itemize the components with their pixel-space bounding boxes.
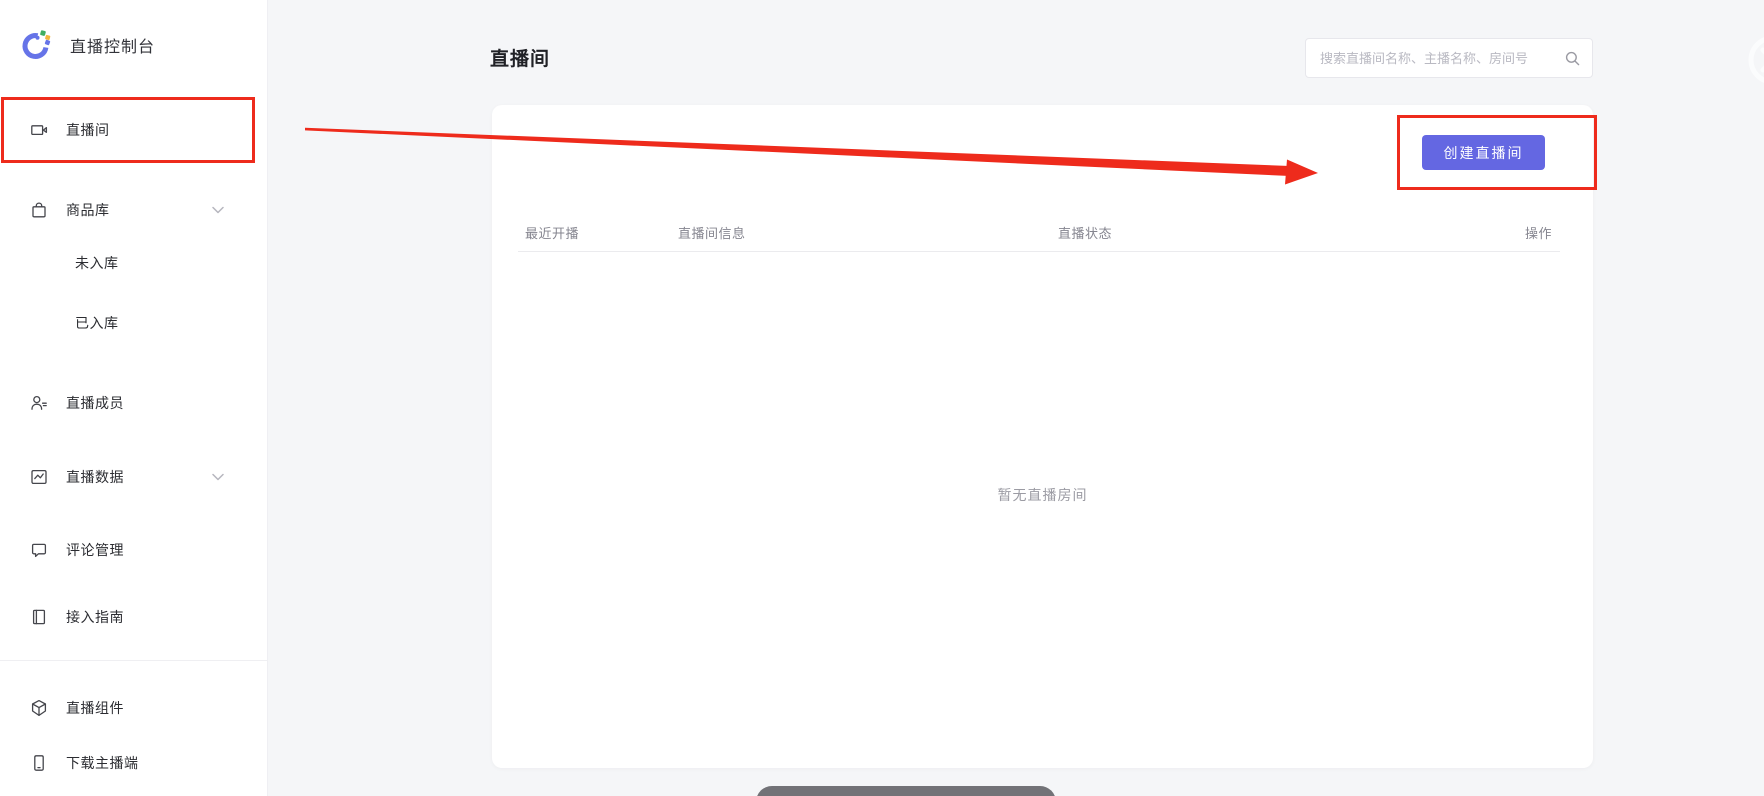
user-list-icon [30, 394, 48, 412]
chevron-down-icon[interactable] [212, 473, 224, 481]
sidebar-item-live-members[interactable]: 直播成员 [0, 383, 268, 423]
sidebar-subitem-label: 未入库 [75, 253, 119, 273]
app-title: 直播控制台 [70, 33, 155, 57]
chart-icon [30, 468, 48, 486]
sidebar-item-live-components[interactable]: 直播组件 [0, 688, 268, 728]
sidebar: 直播控制台 直播间 商品库 未入库 已入库 [0, 0, 268, 796]
search-icon[interactable] [1564, 50, 1581, 67]
search-box [1305, 38, 1593, 78]
sidebar-item-label: 直播数据 [66, 467, 124, 487]
sidebar-item-product-library[interactable]: 商品库 [0, 190, 268, 230]
sidebar-item-not-in-library[interactable]: 未入库 [0, 243, 268, 283]
search-input[interactable] [1306, 39, 1592, 77]
sidebar-subitem-label: 已入库 [75, 313, 119, 333]
sidebar-item-comment-management[interactable]: 评论管理 [0, 530, 268, 570]
create-live-room-button[interactable]: 创建直播间 [1422, 135, 1545, 170]
floating-close-icon[interactable] [1742, 30, 1764, 90]
shopping-bag-icon [30, 201, 48, 219]
live-room-card: 创建直播间 最近开播 直播间信息 直播状态 操作 暂无直播房间 [492, 105, 1593, 768]
table-header-underline [518, 251, 1560, 252]
cube-icon [30, 699, 48, 717]
table-column-recent-broadcast: 最近开播 [525, 223, 579, 242]
sidebar-item-download-streamer-app[interactable]: 下载主播端 [0, 743, 268, 783]
live-console-page: 直播控制台 直播间 商品库 未入库 已入库 [0, 0, 1764, 796]
sidebar-item-label: 商品库 [66, 200, 110, 220]
page-title: 直播间 [490, 44, 550, 71]
sidebar-item-label: 评论管理 [66, 540, 124, 560]
sidebar-item-label: 下载主播端 [66, 753, 139, 773]
app-logo-icon [20, 28, 54, 62]
sidebar-item-label: 直播组件 [66, 698, 124, 718]
table-column-actions: 操作 [1525, 223, 1552, 242]
sidebar-item-live-data[interactable]: 直播数据 [0, 457, 268, 497]
table-column-room-info: 直播间信息 [678, 223, 746, 242]
sidebar-divider [0, 660, 268, 661]
sidebar-item-live-room[interactable]: 直播间 [0, 110, 268, 150]
table-column-live-status: 直播状态 [1058, 223, 1112, 242]
guide-book-icon [30, 608, 48, 626]
sidebar-item-label: 直播成员 [66, 393, 124, 413]
sidebar-item-in-library[interactable]: 已入库 [0, 303, 268, 343]
sidebar-item-integration-guide[interactable]: 接入指南 [0, 597, 268, 637]
empty-state-text: 暂无直播房间 [492, 485, 1593, 505]
sidebar-item-label: 直播间 [66, 120, 110, 140]
phone-icon [30, 754, 48, 772]
chevron-down-icon[interactable] [212, 206, 224, 214]
brand: 直播控制台 [20, 28, 155, 62]
video-camera-icon [30, 121, 48, 139]
sidebar-item-label: 接入指南 [66, 607, 124, 627]
bottom-toast-partial [756, 786, 1056, 796]
comment-icon [30, 541, 48, 559]
table-header-row: 最近开播 直播间信息 直播状态 操作 [492, 223, 1593, 252]
